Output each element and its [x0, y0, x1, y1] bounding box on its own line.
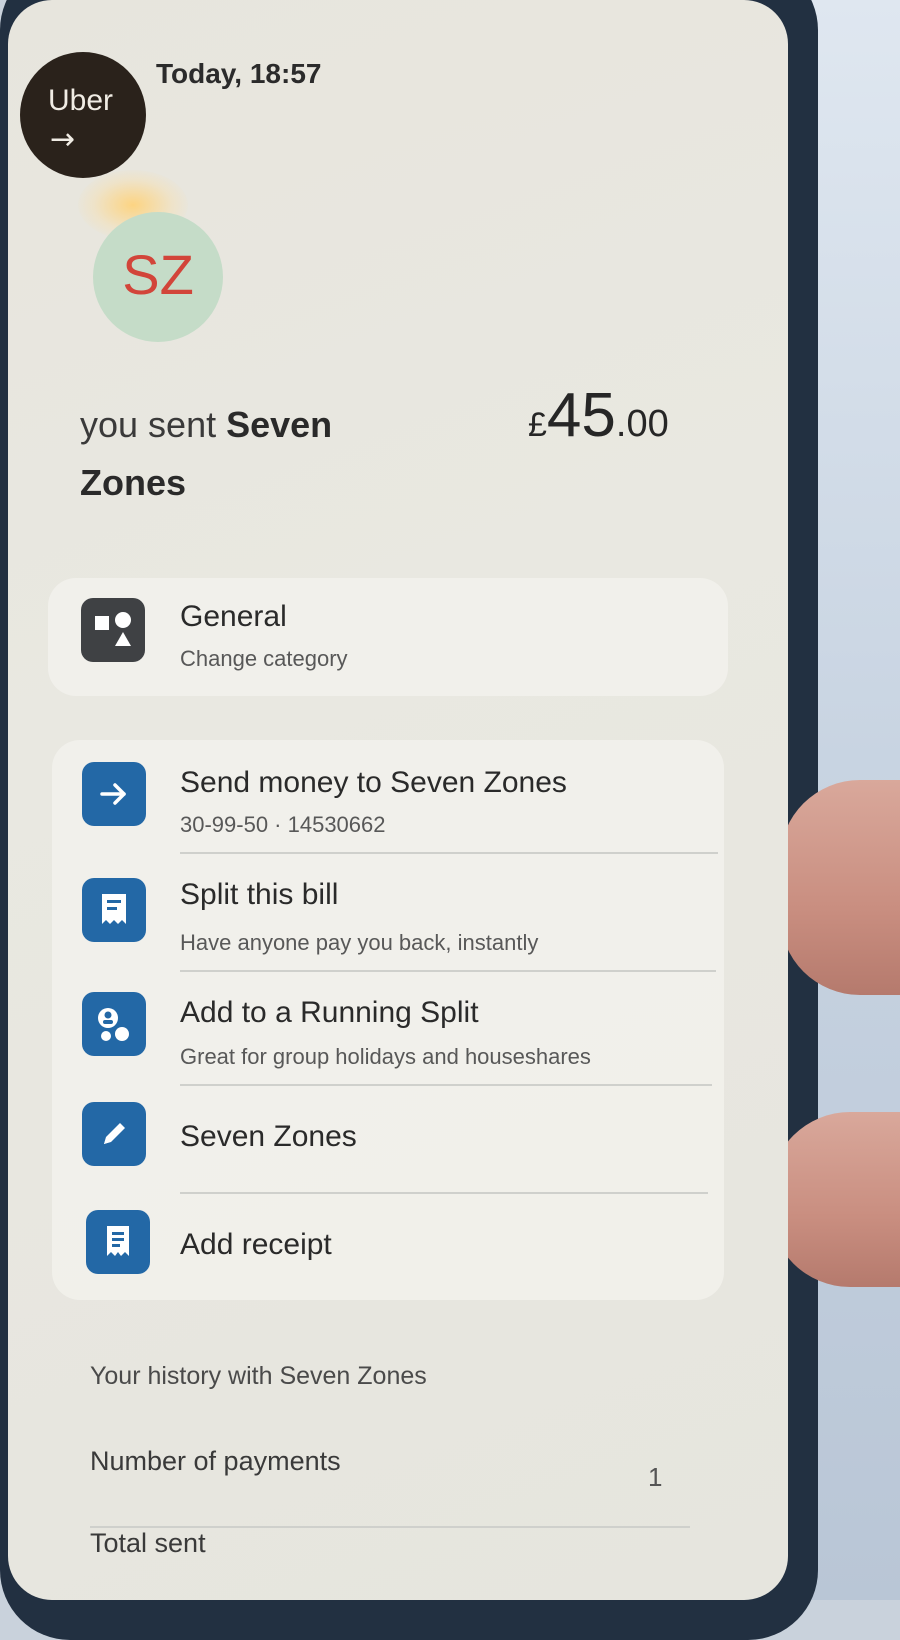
- action-title: Add to a Running Split: [180, 996, 479, 1029]
- history-label: Total sent: [90, 1528, 206, 1558]
- avatar-initials: SZ: [122, 243, 194, 306]
- merchant-logo[interactable]: Uber →: [20, 52, 146, 178]
- action-subtitle: Great for group holidays and houseshares: [180, 1044, 591, 1069]
- payee-avatar: SZ: [93, 212, 223, 342]
- divider: [180, 1192, 708, 1194]
- group-icon: [82, 992, 146, 1056]
- receipt-icon: [86, 1210, 150, 1274]
- history-value: 1: [648, 1462, 663, 1492]
- category-title: General: [180, 600, 287, 633]
- transaction-timestamp: Today, 18:57: [156, 58, 322, 89]
- divider: [180, 852, 718, 854]
- amount-decimal: .00: [615, 403, 669, 445]
- arrow-right-icon: [82, 762, 146, 826]
- transaction-description: you sent Seven Zones: [80, 396, 440, 512]
- amount-whole: 45: [546, 381, 616, 450]
- sent-prefix: you sent: [80, 404, 217, 445]
- pencil-icon: [82, 1102, 146, 1166]
- divider: [180, 970, 716, 972]
- history-label: Number of payments: [90, 1446, 341, 1476]
- shapes-icon: [81, 598, 145, 662]
- category-subtitle: Change category: [180, 646, 348, 671]
- merchant-logo-text: Uber: [48, 84, 114, 117]
- action-title: Add receipt: [180, 1228, 332, 1261]
- phone-screen: Uber → Today, 18:57 SZ you sent Seven Zo…: [8, 0, 788, 1600]
- finger-top: [780, 780, 900, 995]
- action-title: Split this bill: [180, 878, 339, 911]
- account-details: 30-99-50 · 14530662: [180, 812, 386, 837]
- history-title: Your history with Seven Zones: [90, 1362, 427, 1390]
- receipt-split-icon: [82, 878, 146, 942]
- transaction-amount: £45.00: [528, 380, 669, 451]
- action-title: Seven Zones: [180, 1120, 357, 1153]
- amount-currency: £: [528, 406, 547, 444]
- merchant-arrow-icon: →: [50, 122, 76, 157]
- divider: [180, 1084, 712, 1086]
- actions-card: Send money to Seven Zones 30-99-50 · 145…: [52, 740, 724, 1300]
- category-card[interactable]: General Change category: [48, 578, 728, 696]
- action-subtitle: Have anyone pay you back, instantly: [180, 930, 539, 955]
- action-title: Send money to Seven Zones: [180, 766, 567, 799]
